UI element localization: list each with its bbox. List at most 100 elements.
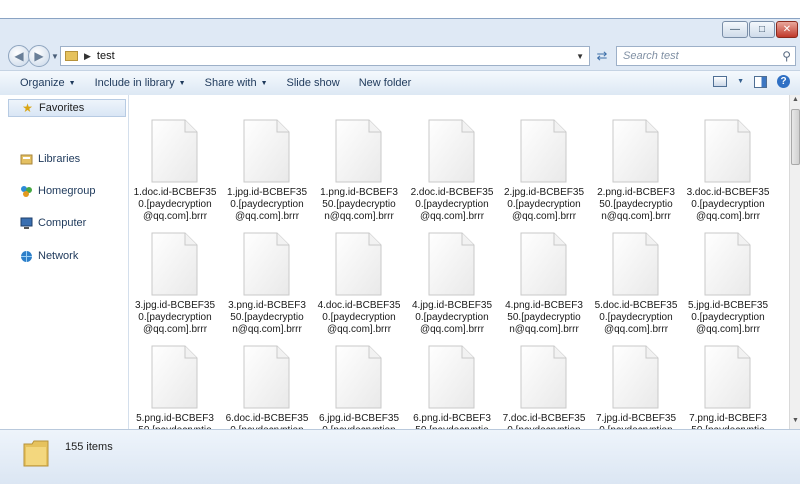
file-item[interactable]: 2.png.id-BCBEF3 50.[paydecryptio n@qq.com]… — [590, 109, 682, 222]
network-icon — [20, 250, 33, 263]
file-item[interactable]: 2.jpg.id-BCBEF35 0.[paydecryption @qq.com]… — [498, 109, 590, 222]
file-name: 5.png.id-BCBEF350.[paydecryption@qq.com]… — [129, 413, 221, 429]
file-name-line: 0.[paydecryption — [230, 199, 304, 210]
file-name-line: 0.[paydecryption — [507, 199, 581, 210]
preview-pane-icon[interactable] — [754, 75, 767, 88]
file-name-line: 7.jpg.id-BCBEF35 — [595, 413, 677, 424]
file-name-line: 5.png.id-BCBEF3 — [136, 413, 214, 424]
scroll-down-icon[interactable]: ▼ — [791, 417, 800, 428]
file-item[interactable]: 7.png.id-BCBEF350.[paydecryption@qq.com]… — [682, 335, 774, 429]
search-icon[interactable]: ⚲ — [782, 49, 791, 63]
share-with-label: Share with — [204, 77, 257, 89]
nav-item-network[interactable]: Network — [8, 247, 78, 265]
file-name-line: 5.jpg.id-BCBEF35 — [687, 300, 769, 311]
folder-icon — [65, 51, 78, 61]
caption-buttons: — □ ✕ — [721, 21, 798, 38]
blank-file-icon — [151, 345, 198, 409]
scroll-up-icon[interactable]: ▲ — [791, 96, 800, 107]
file-name-line: 50.[paydecryptio — [230, 312, 304, 323]
file-name-line: 1.png.id-BCBEF3 — [320, 187, 398, 198]
file-name: 7.doc.id-BCBEF350.[paydecryption@qq.com]… — [498, 413, 590, 429]
nav-item-computer[interactable]: Computer — [8, 214, 86, 232]
file-name-line: 0.[paydecryption — [138, 312, 212, 323]
file-name: 6.png.id-BCBEF350.[paydecryption@qq.com]… — [406, 413, 498, 429]
share-with-button[interactable]: Share with ▼ — [205, 77, 268, 89]
search-placeholder: Search test — [623, 50, 679, 62]
blank-file-icon — [151, 119, 198, 183]
organize-button[interactable]: Organize ▼ — [20, 77, 76, 89]
minimize-button[interactable]: — — [722, 21, 748, 38]
close-button[interactable]: ✕ — [776, 21, 798, 38]
file-item[interactable]: 6.jpg.id-BCBEF350.[paydecryption@qq.com]… — [313, 335, 405, 429]
address-dropdown-icon[interactable]: ▼ — [576, 52, 584, 61]
file-item[interactable]: 7.doc.id-BCBEF350.[paydecryption@qq.com]… — [498, 335, 590, 429]
nav-item-favorites[interactable]: ★ Favorites — [8, 99, 126, 117]
scroll-thumb[interactable] — [791, 109, 800, 165]
back-arrow-icon: ◀ — [14, 49, 24, 63]
chevron-down-icon: ▼ — [178, 79, 186, 87]
item-count: 155 items — [65, 441, 113, 453]
star-icon: ★ — [22, 101, 33, 115]
file-name-line: 0.[paydecryption — [138, 199, 212, 210]
blank-file-icon — [704, 119, 751, 183]
file-name: 4.png.id-BCBEF3 50.[paydecryptio n@qq.com]… — [498, 300, 590, 336]
breadcrumb-current[interactable]: test — [97, 50, 115, 62]
file-item[interactable]: 4.png.id-BCBEF3 50.[paydecryptio n@qq.com]… — [498, 222, 590, 335]
file-name-line: 7.doc.id-BCBEF35 — [502, 413, 586, 424]
file-name-line: 0.[paydecryption — [415, 312, 489, 323]
file-item[interactable]: 5.png.id-BCBEF350.[paydecryption@qq.com]… — [129, 335, 221, 429]
file-item[interactable]: 4.doc.id-BCBEF35 0.[paydecryption @qq.com]… — [313, 222, 405, 335]
file-name: 4.doc.id-BCBEF35 0.[paydecryption @qq.com]… — [313, 300, 405, 336]
file-name: 5.doc.id-BCBEF35 0.[paydecryption @qq.com]… — [590, 300, 682, 336]
command-bar: Organize ▼ Include in library ▼ Share with… — [0, 70, 800, 96]
nav-item-homegroup[interactable]: Homegroup — [8, 182, 95, 200]
blank-file-icon — [612, 345, 659, 409]
folder-icon — [22, 438, 50, 468]
view-dropdown-icon[interactable]: ▼ — [737, 78, 744, 85]
blank-file-icon — [520, 345, 567, 409]
address-bar[interactable]: ▶ test ▼ — [60, 46, 590, 66]
file-item[interactable]: 4.jpg.id-BCBEF35 0.[paydecryption @qq.com]… — [406, 222, 498, 335]
file-name-line: 6.doc.id-BCBEF35 — [225, 413, 309, 424]
back-button[interactable]: ◀ — [8, 45, 30, 67]
file-name-line: 50.[paydecryptio — [599, 199, 673, 210]
nav-item-label: Network — [38, 250, 79, 262]
blank-file-icon — [612, 232, 659, 296]
file-item[interactable]: 3.doc.id-BCBEF35 0.[paydecryption @qq.com]… — [682, 109, 774, 222]
file-item[interactable]: 6.doc.id-BCBEF350.[paydecryption@qq.com]… — [221, 335, 313, 429]
file-name-line: 0.[paydecryption — [691, 312, 765, 323]
file-item[interactable]: 3.png.id-BCBEF3 50.[paydecryptio n@qq.com]… — [221, 222, 313, 335]
slide-show-button[interactable]: Slide show — [287, 77, 340, 89]
address-row: ◀ ▶ ▼ ▶ test ▼ ⇄ Search test ⚲ — [0, 45, 800, 69]
vertical-scrollbar[interactable]: ▲ ▼ — [789, 95, 800, 429]
blank-file-icon — [243, 119, 290, 183]
file-name: 2.png.id-BCBEF3 50.[paydecryptio n@qq.com]… — [590, 187, 682, 223]
recent-pages-dropdown[interactable]: ▼ — [51, 52, 59, 61]
blank-file-icon — [428, 119, 475, 183]
file-item[interactable]: 2.doc.id-BCBEF35 0.[paydecryption @qq.com]… — [406, 109, 498, 222]
nav-item-libraries[interactable]: Libraries — [8, 150, 80, 168]
homegroup-icon — [20, 185, 33, 198]
maximize-button[interactable]: □ — [749, 21, 775, 38]
breadcrumb-arrow-icon[interactable]: ▶ — [84, 51, 91, 62]
include-in-library-button[interactable]: Include in library ▼ — [95, 77, 186, 89]
blank-file-icon — [704, 232, 751, 296]
file-item[interactable]: 7.jpg.id-BCBEF350.[paydecryption@qq.com]… — [590, 335, 682, 429]
file-item[interactable]: 5.doc.id-BCBEF35 0.[paydecryption @qq.com]… — [590, 222, 682, 335]
file-item[interactable]: 1.jpg.id-BCBEF35 0.[paydecryption @qq.com]… — [221, 109, 313, 222]
refresh-button[interactable]: ⇄ — [593, 47, 611, 65]
file-item[interactable]: 1.doc.id-BCBEF35 0.[paydecryption @qq.com]… — [129, 109, 221, 222]
change-view-icon[interactable] — [713, 76, 728, 87]
search-input[interactable]: Search test ⚲ — [616, 46, 796, 66]
chevron-down-icon: ▼ — [68, 79, 76, 87]
file-item[interactable]: 1.png.id-BCBEF3 50.[paydecryptio n@qq.com]… — [313, 109, 405, 222]
organize-label: Organize — [20, 77, 65, 89]
file-name-line: 5.doc.id-BCBEF35 — [594, 300, 678, 311]
file-item[interactable]: 6.png.id-BCBEF350.[paydecryption@qq.com]… — [406, 335, 498, 429]
file-name-line: 4.jpg.id-BCBEF35 — [411, 300, 493, 311]
file-item[interactable]: 5.jpg.id-BCBEF35 0.[paydecryption @qq.com]… — [682, 222, 774, 335]
file-item[interactable]: 3.jpg.id-BCBEF35 0.[paydecryption @qq.com]… — [129, 222, 221, 335]
help-icon[interactable]: ? — [777, 75, 790, 88]
forward-button[interactable]: ▶ — [28, 45, 50, 67]
new-folder-button[interactable]: New folder — [359, 77, 412, 89]
